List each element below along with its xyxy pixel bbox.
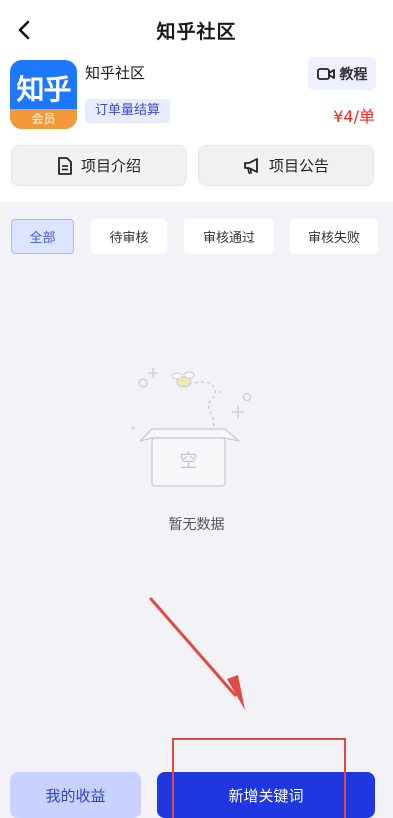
- settlement-tag: 订单量结算: [85, 99, 171, 123]
- video-camera-icon: [316, 67, 335, 80]
- project-notice-button[interactable]: 项目公告: [198, 145, 374, 186]
- project-intro-label: 项目介绍: [80, 157, 141, 175]
- tab-approved[interactable]: 审核通过: [184, 219, 274, 254]
- my-income-button[interactable]: 我的收益: [10, 772, 141, 818]
- chevron-left-icon: [18, 20, 30, 40]
- empty-box-label: 空: [179, 451, 198, 472]
- app-logo: 知乎 会员: [10, 60, 77, 129]
- empty-message: 暂无数据: [168, 517, 225, 533]
- header: 知乎社区: [0, 0, 393, 60]
- document-icon: [58, 156, 72, 175]
- tutorial-button[interactable]: 教程: [308, 57, 376, 90]
- page-title: 知乎社区: [156, 20, 237, 43]
- app-logo-text: 知乎: [16, 73, 71, 106]
- content-area: [0, 202, 393, 818]
- tab-failed[interactable]: 审核失败: [290, 219, 378, 254]
- annotation-arrow: [149, 597, 245, 710]
- app-logo-badge: 会员: [10, 109, 77, 129]
- add-keyword-button[interactable]: 新增关键词: [157, 772, 375, 818]
- tab-all[interactable]: 全部: [11, 219, 74, 254]
- price: ¥4/单: [333, 107, 375, 126]
- project-notice-label: 项目公告: [268, 157, 329, 175]
- app-name: 知乎社区: [85, 64, 146, 82]
- megaphone-icon: [244, 157, 258, 174]
- tab-pending[interactable]: 待审核: [91, 219, 167, 254]
- back-button[interactable]: [10, 16, 38, 44]
- tutorial-label: 教程: [339, 66, 368, 83]
- project-intro-button[interactable]: 项目介绍: [11, 145, 187, 186]
